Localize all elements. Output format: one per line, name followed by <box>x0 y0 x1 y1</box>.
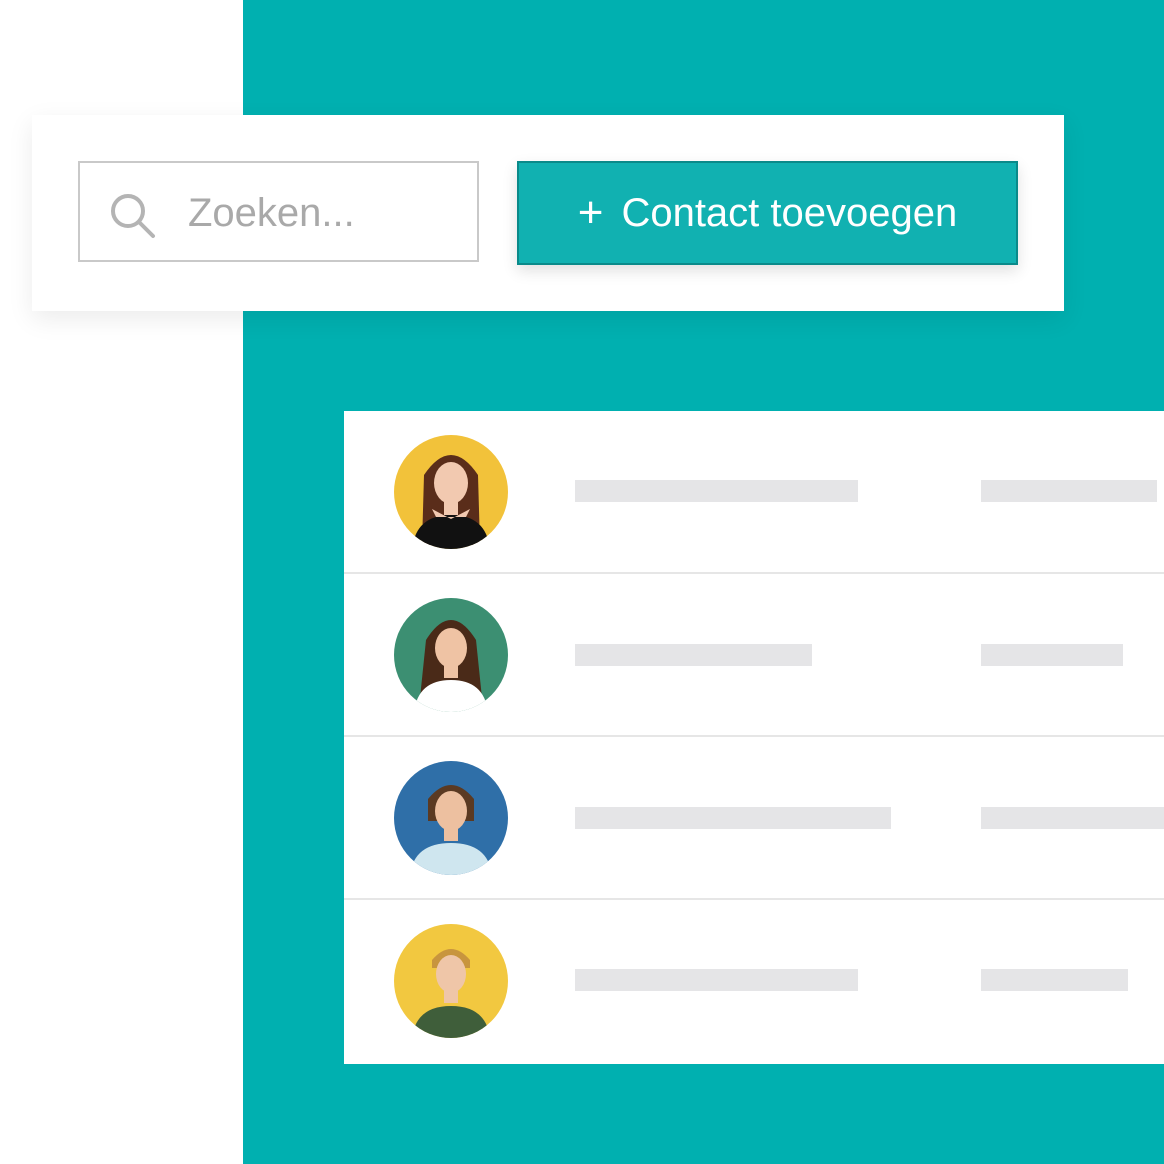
detail-placeholder <box>981 969 1128 991</box>
avatar <box>394 924 508 1038</box>
search-input[interactable] <box>188 183 458 243</box>
plus-icon: + <box>577 188 604 237</box>
contact-row[interactable] <box>344 574 1164 737</box>
contact-list <box>344 411 1164 1064</box>
name-placeholder <box>575 644 812 666</box>
name-placeholder <box>575 807 891 829</box>
add-contact-button[interactable]: + Contact toevoegen <box>517 161 1018 265</box>
contact-row[interactable] <box>344 411 1164 574</box>
detail-placeholder <box>981 807 1164 829</box>
search-icon <box>106 189 158 241</box>
name-placeholder <box>575 480 858 502</box>
avatar <box>394 598 508 712</box>
name-placeholder <box>575 969 858 991</box>
toolbar: + Contact toevoegen <box>32 115 1064 311</box>
avatar <box>394 435 508 549</box>
detail-placeholder <box>981 644 1123 666</box>
add-contact-label: Contact toevoegen <box>621 190 958 235</box>
search-field[interactable] <box>78 161 479 262</box>
contact-row[interactable] <box>344 900 1164 1063</box>
contact-row[interactable] <box>344 737 1164 900</box>
avatar <box>394 761 508 875</box>
detail-placeholder <box>981 480 1157 502</box>
